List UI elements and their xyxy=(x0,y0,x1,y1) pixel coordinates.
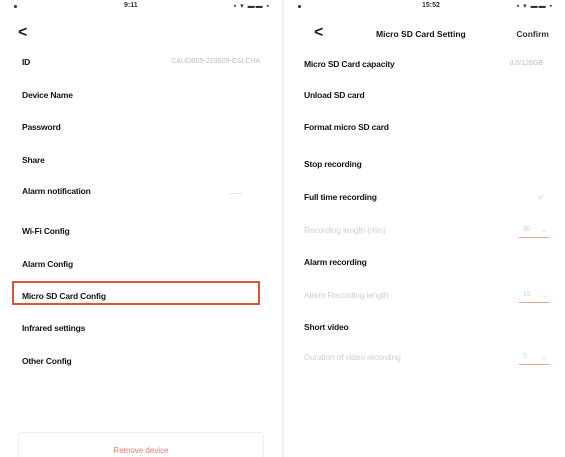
status-time: 9:11 xyxy=(124,2,138,9)
row-label: Share xyxy=(22,155,45,165)
alarm-recording-length-select[interactable]: 15 ⌄ xyxy=(519,289,549,303)
sd-row-alarm-recording[interactable]: Alarm recording xyxy=(284,252,565,278)
select-value: 5 xyxy=(523,353,527,360)
row-label: Micro SD Card capacity xyxy=(304,59,395,69)
video-duration-select[interactable]: 5 ⌄ xyxy=(519,351,549,365)
sd-row-video-duration: Duration of video recording 5 ⌄ xyxy=(284,347,565,373)
row-label: Format micro SD card xyxy=(304,122,389,132)
confirm-button[interactable]: Confirm xyxy=(516,29,549,39)
select-value: 15 xyxy=(523,291,531,298)
micro-sd-card-settings-panel: 15:52 ▪ ▾ ▬▬ ▪ < Micro SD Card Setting C… xyxy=(284,0,565,457)
sd-row-stop-recording[interactable]: Stop recording xyxy=(284,154,565,180)
status-dot-icon xyxy=(298,5,301,8)
status-time: 15:52 xyxy=(422,2,440,9)
row-label: Wi-Fi Config xyxy=(22,226,70,236)
row-label: Password xyxy=(22,122,61,132)
sd-row-recording-length: Recording length (min) 30 ⌄ xyxy=(284,220,565,246)
row-label: Alarm notification xyxy=(22,186,91,196)
back-button[interactable]: < xyxy=(18,24,27,42)
settings-row-other-config[interactable]: Other Config xyxy=(0,351,282,377)
page-title: Micro SD Card Setting xyxy=(376,29,466,39)
settings-row-share[interactable]: Share xyxy=(0,150,282,176)
row-label: Infrared settings xyxy=(22,323,86,333)
toggle-placeholder xyxy=(228,193,242,194)
status-bar: 15:52 ▪ ▾ ▬▬ ▪ xyxy=(284,2,565,14)
chevron-down-icon: ⌄ xyxy=(541,292,547,299)
sd-row-full-time-recording[interactable]: Full time recording ✓ xyxy=(284,187,565,213)
row-label: Alarm recording xyxy=(304,257,367,267)
settings-row-wifi-config[interactable]: Wi-Fi Config xyxy=(0,221,282,247)
row-label: Short video xyxy=(304,322,349,332)
chevron-down-icon: ⌄ xyxy=(541,354,547,361)
row-label: Alarm Config xyxy=(22,259,73,269)
device-id-value: CAUDB05-228509-CSLCHA xyxy=(171,58,260,65)
row-label: Full time recording xyxy=(304,192,377,202)
select-underline xyxy=(519,364,549,365)
sd-row-alarm-recording-length: Alarm Recording length 15 ⌄ xyxy=(284,285,565,311)
status-bar: 9:11 ▪ ▾ ▬▬ ▪ xyxy=(0,2,282,14)
signal-battery-icon: ▪ ▾ ▬▬ ▪ xyxy=(233,3,270,10)
sd-row-unload[interactable]: Unload SD card xyxy=(284,85,565,111)
select-underline xyxy=(519,237,549,238)
select-value: 30 xyxy=(523,226,531,233)
signal-battery-icon: ▪ ▾ ▬▬ ▪ xyxy=(516,3,553,10)
settings-row-device-name[interactable]: Device Name xyxy=(0,85,282,111)
highlight-box xyxy=(12,281,260,305)
row-label: ID xyxy=(22,57,31,67)
sd-row-short-video[interactable]: Short video xyxy=(284,317,565,343)
device-settings-panel: 9:11 ▪ ▾ ▬▬ ▪ < ID CAUDB05-228509-CSLCHA… xyxy=(0,0,282,457)
back-button[interactable]: < xyxy=(314,24,323,42)
remove-device-button[interactable]: Remove device xyxy=(18,432,264,457)
row-label: Recording length (min) xyxy=(304,225,386,235)
remove-device-label: Remove device xyxy=(113,446,169,455)
row-label: Unload SD card xyxy=(304,90,365,100)
select-underline xyxy=(519,302,549,303)
settings-row-alarm-notification[interactable]: Alarm notification xyxy=(0,181,282,207)
chevron-down-icon: ⌄ xyxy=(541,227,547,234)
row-label: Device Name xyxy=(22,90,73,100)
sd-row-format[interactable]: Format micro SD card xyxy=(284,117,565,143)
row-label: Other Config xyxy=(22,356,72,366)
row-label: Stop recording xyxy=(304,159,362,169)
row-label: Duration of video recording xyxy=(304,352,401,362)
settings-row-infrared-settings[interactable]: Infrared settings xyxy=(0,318,282,344)
checkmark-icon: ✓ xyxy=(537,192,545,202)
recording-length-select[interactable]: 30 ⌄ xyxy=(519,224,549,238)
settings-row-id: ID CAUDB05-228509-CSLCHA xyxy=(0,52,282,78)
sd-row-capacity: Micro SD Card capacity 0.0/128GB xyxy=(284,54,565,80)
row-label: Alarm Recording length xyxy=(304,290,389,300)
status-dot-icon xyxy=(14,5,17,8)
settings-row-alarm-config[interactable]: Alarm Config xyxy=(0,254,282,280)
settings-row-password[interactable]: Password xyxy=(0,117,282,143)
sd-capacity-value: 0.0/128GB xyxy=(509,60,543,67)
